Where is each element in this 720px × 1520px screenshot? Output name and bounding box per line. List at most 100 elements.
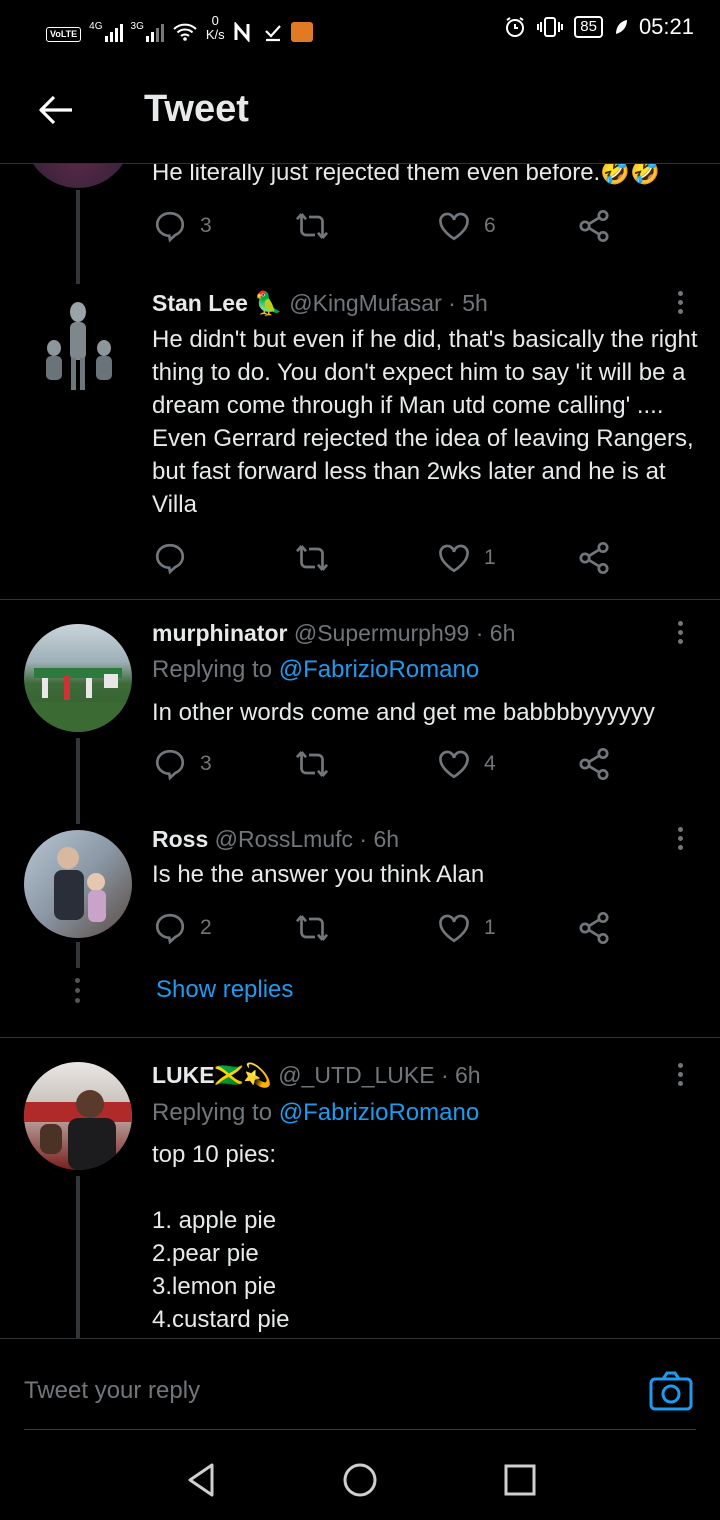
retweet-button[interactable]	[294, 746, 342, 782]
reply-icon	[155, 211, 185, 243]
share-icon	[579, 911, 609, 945]
retweet-button[interactable]	[294, 540, 342, 576]
like-button[interactable]: 6	[436, 208, 496, 244]
divider	[0, 599, 720, 600]
replying-to-link[interactable]: @FabrizioRomano	[279, 1099, 479, 1126]
heart-icon	[439, 914, 469, 943]
avatar[interactable]	[24, 290, 132, 398]
share-button[interactable]	[576, 540, 612, 576]
n-app-icon	[234, 22, 250, 42]
display-name[interactable]: Ross	[152, 826, 208, 852]
retweet-button[interactable]	[294, 208, 342, 244]
thread-line	[76, 1176, 80, 1338]
tweet-actions: 1	[152, 540, 632, 580]
tweet-actions: 3 4	[152, 746, 632, 786]
display-name[interactable]: murphinator	[152, 620, 287, 646]
more-options-button[interactable]	[670, 288, 690, 318]
signal-icon	[145, 22, 164, 42]
reply-button[interactable]: 3	[152, 746, 212, 782]
replying-prefix: Replying to	[152, 656, 279, 683]
share-icon	[579, 747, 609, 781]
reply-button[interactable]: 2	[152, 910, 212, 946]
avatar-image	[54, 847, 106, 922]
status-bar: VoLTE 4G 3G 0 K/s 85 05:21	[0, 0, 720, 56]
like-count: 1	[484, 916, 496, 939]
signal-icon	[104, 22, 123, 42]
tweet-header: Stan Lee 🦜 @KingMufasar · 5h	[152, 290, 488, 317]
alarm-icon	[506, 17, 525, 37]
nav-home-icon[interactable]	[340, 1460, 380, 1500]
tweet-text: Is he the answer you think Alan	[152, 861, 485, 888]
handle[interactable]: @KingMufasar · 5h	[289, 290, 488, 316]
handle[interactable]: @Supermurph99 · 6h	[294, 620, 516, 646]
replying-to: Replying to @FabrizioRomano	[152, 656, 479, 684]
composer-underline	[24, 1429, 696, 1430]
network-type-2: 3G	[130, 21, 144, 32]
more-options-button[interactable]	[670, 1060, 690, 1090]
share-icon	[579, 541, 609, 575]
tweet-text: He didn't but even if he did, that's bas…	[152, 326, 705, 518]
like-button[interactable]: 4	[436, 746, 496, 782]
download-done-icon	[264, 25, 281, 42]
like-button[interactable]: 1	[436, 540, 496, 576]
tweet-feed[interactable]: He literally just rejected them even bef…	[0, 0, 720, 1338]
back-arrow-icon[interactable]	[34, 88, 78, 132]
avatar-image	[24, 1090, 132, 1170]
like-button[interactable]: 1	[436, 910, 496, 946]
share-button[interactable]	[576, 910, 612, 946]
reply-count: 3	[200, 752, 212, 775]
system-nav-bar	[0, 1432, 720, 1520]
tweet-text: top 10 pies: 1. apple pie 2.pear pie 3.l…	[152, 1141, 290, 1333]
nav-recents-icon[interactable]	[500, 1460, 540, 1500]
retweet-icon	[295, 915, 329, 941]
share-button[interactable]	[576, 208, 612, 244]
more-options-button[interactable]	[670, 824, 690, 854]
handle[interactable]: @_UTD_LUKE · 6h	[278, 1062, 480, 1088]
replying-to: Replying to @FabrizioRomano	[152, 1099, 479, 1127]
avatar-image	[46, 302, 112, 390]
page-title: Tweet	[144, 88, 249, 130]
reply-icon	[155, 913, 185, 945]
reply-input[interactable]: Tweet your reply	[24, 1377, 200, 1405]
replying-to-link[interactable]: @FabrizioRomano	[279, 656, 479, 683]
handle[interactable]: @RossLmufc · 6h	[215, 826, 399, 852]
like-count: 4	[484, 752, 496, 775]
clock: 05:21	[638, 14, 694, 39]
thread-line	[76, 190, 80, 284]
status-left: VoLTE 4G 3G 0 K/s	[46, 14, 313, 42]
network-type-1: 4G	[89, 21, 103, 32]
show-replies-link[interactable]: Show replies	[156, 976, 293, 1004]
share-button[interactable]	[576, 746, 612, 782]
heart-icon	[439, 544, 469, 573]
more-options-button[interactable]	[670, 618, 690, 648]
tweet-header: Ross @RossLmufc · 6h	[152, 826, 399, 853]
avatar[interactable]	[24, 624, 132, 732]
tweet-text: In other words come and get me babbbbyyy…	[152, 699, 655, 726]
network-speed: 0 K/s	[206, 14, 225, 42]
tweet-actions: 2 1	[152, 910, 632, 950]
vibrate-icon	[537, 17, 564, 37]
reply-button[interactable]	[152, 540, 200, 576]
retweet-button[interactable]	[294, 910, 342, 946]
avatar[interactable]	[24, 1062, 132, 1170]
retweet-icon	[295, 751, 329, 777]
reply-button[interactable]: 3	[152, 208, 212, 244]
retweet-icon	[295, 545, 329, 571]
reply-icon	[155, 749, 185, 781]
share-icon	[579, 209, 609, 243]
app-notification-icon	[290, 22, 313, 42]
camera-icon[interactable]	[648, 1369, 694, 1413]
nav-back-icon[interactable]	[182, 1460, 222, 1500]
volte-badge: VoLTE	[46, 27, 82, 42]
display-name[interactable]: LUKE🇯🇲💫	[152, 1062, 272, 1088]
speed-unit: K/s	[205, 27, 225, 42]
status-right: 85 05:21	[504, 14, 694, 40]
reply-count: 3	[200, 214, 212, 237]
reply-count: 2	[200, 916, 212, 939]
charging-leaf-icon	[615, 20, 627, 34]
tweet-header: murphinator @Supermurph99 · 6h	[152, 620, 515, 647]
avatar[interactable]	[24, 830, 132, 938]
display-name[interactable]: Stan Lee 🦜	[152, 290, 283, 316]
like-count: 6	[484, 214, 496, 237]
reply-composer[interactable]: Tweet your reply	[0, 1338, 720, 1430]
